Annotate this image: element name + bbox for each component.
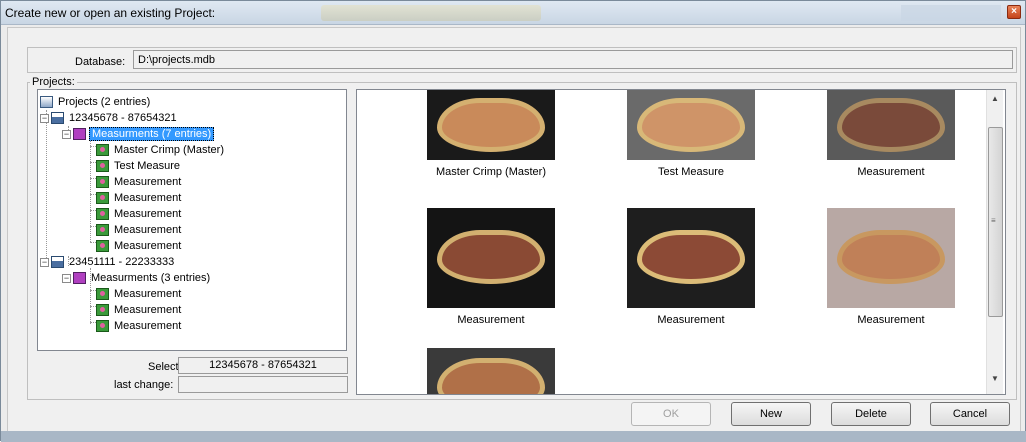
- crimp-cross-section-image: [827, 208, 955, 308]
- thumbnail-caption: Measurement: [857, 166, 925, 178]
- measurement-icon: [96, 208, 109, 221]
- tree-measurements-2[interactable]: − Measurments (3 entries): [62, 270, 212, 286]
- project-icon: [51, 256, 64, 269]
- thumbnail-item[interactable]: Test Measure: [591, 90, 791, 178]
- measurement-icon: [96, 224, 109, 237]
- tree-item-label: Test Measure: [114, 160, 181, 172]
- tree-item-label: Master Crimp (Master): [114, 144, 225, 156]
- measurements-label: Measurments (3 entries): [91, 272, 211, 284]
- tree-item-label: Measurement: [114, 320, 182, 332]
- tree-item[interactable]: Master Crimp (Master): [96, 142, 226, 158]
- tree-measurements-1[interactable]: − Measurments (7 entries): [62, 126, 215, 142]
- thumbnail-item[interactable]: Measurement: [791, 90, 991, 178]
- crimp-cross-section-image: [427, 348, 555, 394]
- tree-project-1[interactable]: − 12345678 - 87654321: [40, 110, 179, 126]
- scroll-up-icon[interactable]: ▲: [991, 94, 999, 103]
- scroll-down-icon[interactable]: ▼: [991, 374, 999, 383]
- project-tree[interactable]: Projects (2 entries) − 12345678 - 8765432…: [37, 89, 347, 351]
- title-bar: Create new or open an existing Project: …: [1, 1, 1025, 25]
- measurement-icon: [96, 240, 109, 253]
- collapse-icon[interactable]: −: [62, 129, 71, 139]
- measurements-label: Measurments (7 entries): [89, 127, 215, 141]
- close-icon[interactable]: ×: [1007, 5, 1021, 19]
- collapse-icon[interactable]: −: [40, 113, 49, 123]
- scrollbar-grip-icon: ≡: [991, 216, 996, 225]
- tree-item-label: Measurement: [114, 304, 182, 316]
- tree-item[interactable]: Test Measure: [96, 158, 182, 174]
- cancel-button[interactable]: Cancel: [930, 402, 1010, 426]
- crimp-cross-section-image: [427, 208, 555, 308]
- measurement-icon: [96, 192, 109, 205]
- projects-root-icon: [40, 96, 53, 109]
- background-app-blur: [321, 5, 541, 21]
- tree-line: [46, 110, 47, 260]
- last-change-field: [178, 376, 348, 393]
- tree-item-label: Measurement: [114, 240, 182, 252]
- tree-item-label: Measurement: [114, 224, 182, 236]
- measurement-icon: [96, 304, 109, 317]
- tree-item-label: Measurement: [114, 192, 182, 204]
- measurement-icon: [96, 176, 109, 189]
- project-label: 12345678 - 87654321: [69, 112, 177, 124]
- measurement-icon: [96, 288, 109, 301]
- tree-root[interactable]: Projects (2 entries): [40, 94, 152, 110]
- database-label: Database:: [75, 56, 126, 68]
- tree-item[interactable]: Measurement: [96, 302, 183, 318]
- last-change-label: last change:: [114, 379, 174, 391]
- ok-button[interactable]: OK: [631, 402, 711, 426]
- thumbnail-caption: Measurement: [457, 314, 525, 326]
- thumbnail-caption: Measurement: [657, 314, 725, 326]
- tree-item[interactable]: Measurement: [96, 222, 183, 238]
- tree-item-label: Measurement: [114, 208, 182, 220]
- tree-item[interactable]: Measurement: [96, 286, 183, 302]
- measurements-folder-icon: [73, 128, 86, 141]
- collapse-icon[interactable]: −: [40, 257, 49, 267]
- measurements-folder-icon: [73, 272, 86, 285]
- tree-item[interactable]: Measurement: [96, 206, 183, 222]
- window-bottom-frame: [1, 431, 1026, 442]
- tree-project-2[interactable]: − 23451111 - 22233333: [40, 254, 176, 270]
- thumbnails-scrollbar[interactable]: ▲ ≡ ▼: [986, 90, 1003, 394]
- thumbnail-item[interactable]: [391, 348, 591, 394]
- delete-button[interactable]: Delete: [831, 402, 911, 426]
- window-title: Create new or open an existing Project:: [5, 6, 216, 20]
- tree-item[interactable]: Measurement: [96, 238, 183, 254]
- crimp-cross-section-image: [827, 90, 955, 160]
- thumbnail-caption: Measurement: [857, 314, 925, 326]
- project-label: 23451111 - 22233333: [69, 256, 175, 268]
- thumbnail-item[interactable]: Measurement: [791, 208, 991, 326]
- measurement-thumbnails[interactable]: Master Crimp (Master) Test Measure Measu…: [356, 89, 1006, 395]
- measurement-icon: [96, 144, 109, 157]
- database-path-field: D:\projects.mdb: [133, 50, 1013, 69]
- tree-item-label: Measurement: [114, 288, 182, 300]
- thumbnail-item[interactable]: Measurement: [591, 208, 791, 326]
- tree-item[interactable]: Measurement: [96, 318, 183, 334]
- thumbnail-caption: Master Crimp (Master): [435, 166, 546, 178]
- selected-value-field: 12345678 - 87654321: [178, 357, 348, 374]
- tree-item[interactable]: Measurement: [96, 174, 183, 190]
- crimp-cross-section-image: [627, 90, 755, 160]
- project-icon: [51, 112, 64, 125]
- measurement-icon: [96, 160, 109, 173]
- measurement-icon: [96, 320, 109, 333]
- tree-item-label: Measurement: [114, 176, 182, 188]
- thumbnail-item[interactable]: Master Crimp (Master): [391, 90, 591, 178]
- background-app-blur-right: [901, 5, 1001, 21]
- tree-item[interactable]: Measurement: [96, 190, 183, 206]
- thumbnail-item[interactable]: Measurement: [391, 208, 591, 326]
- new-button[interactable]: New: [731, 402, 811, 426]
- crimp-cross-section-image: [627, 208, 755, 308]
- project-dialog: Create new or open an existing Project: …: [0, 0, 1026, 442]
- crimp-cross-section-image: [427, 90, 555, 160]
- collapse-icon[interactable]: −: [62, 273, 71, 283]
- thumbnail-caption: Test Measure: [657, 166, 725, 178]
- projects-legend: Projects:: [30, 76, 77, 88]
- tree-root-label: Projects (2 entries): [58, 96, 151, 108]
